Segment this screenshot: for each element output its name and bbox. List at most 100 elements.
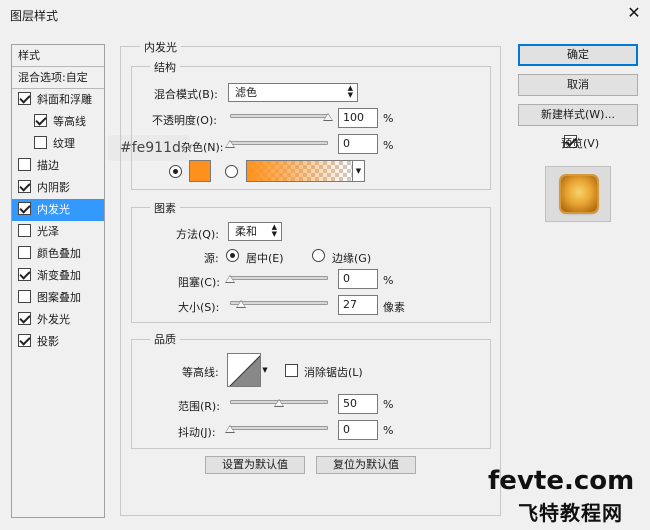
size-unit: 像素 (383, 301, 405, 314)
opacity-slider-track[interactable] (230, 114, 328, 118)
jitter-input[interactable]: 0 (338, 420, 378, 440)
new-style-button[interactable]: 新建样式(W)... (518, 104, 638, 126)
gradient-dropdown-icon[interactable]: ▼ (352, 160, 365, 182)
range-slider-thumb[interactable] (274, 399, 284, 407)
style-item[interactable]: 渐变叠加 (12, 265, 104, 287)
preview-thumbnail (561, 176, 597, 212)
ok-button[interactable]: 确定 (518, 44, 638, 66)
gradient-picker[interactable] (246, 160, 353, 182)
noise-label: 杂色(N): (181, 141, 224, 154)
title-bar (0, 0, 650, 32)
style-item[interactable]: 内阴影 (12, 177, 104, 199)
choke-label: 阻塞(C): (178, 276, 220, 289)
glow-color-swatch[interactable] (189, 160, 211, 182)
contour-label: 等高线: (182, 366, 219, 379)
reset-default-button[interactable]: 复位为默认值 (316, 456, 416, 474)
technique-select[interactable]: 柔和 ▲ ▼ (228, 222, 282, 241)
choke-slider-thumb[interactable] (225, 275, 235, 283)
style-item[interactable]: 图案叠加 (12, 287, 104, 309)
opacity-slider-thumb[interactable] (323, 113, 333, 121)
window-title: 图层样式 (10, 9, 59, 23)
updown-arrows-icon: ▲ ▼ (271, 223, 277, 238)
style-item-label: 描边 (37, 159, 59, 172)
style-item-checkbox[interactable] (34, 114, 47, 127)
noise-input[interactable]: 0 (338, 134, 378, 154)
size-input[interactable]: 27 (338, 295, 378, 315)
elements-title: 图素 (150, 200, 180, 216)
size-slider-thumb[interactable] (235, 300, 246, 308)
style-list-header-label: 样式 (18, 49, 40, 62)
style-item-checkbox[interactable] (18, 158, 31, 171)
style-item[interactable]: 描边 (12, 155, 104, 177)
style-item-label: 投影 (37, 335, 59, 348)
choke-slider-track[interactable] (230, 276, 328, 280)
range-input[interactable]: 50 (338, 394, 378, 414)
range-unit: % (383, 398, 394, 411)
contour-dropdown-icon[interactable]: ▼ (261, 353, 269, 387)
jitter-slider-thumb[interactable] (225, 425, 235, 433)
opacity-unit: % (383, 112, 394, 125)
style-item-label: 图案叠加 (37, 291, 81, 304)
source-edge-label[interactable]: 边缘(G) (332, 250, 371, 266)
style-item-label: 渐变叠加 (37, 269, 81, 282)
blend-mode-value: 滤色 (235, 86, 257, 99)
style-item[interactable]: 内发光 (12, 199, 104, 221)
source-center-radio[interactable] (226, 249, 239, 262)
style-item-label: 斜面和浮雕 (37, 93, 92, 106)
style-item[interactable]: 纹理 (12, 133, 104, 155)
preview-label[interactable]: 预览(V) (561, 135, 599, 151)
quality-title: 品质 (150, 331, 180, 347)
updown-arrows-icon: ▲ ▼ (347, 84, 353, 99)
gradient-radio[interactable] (225, 165, 238, 178)
style-item[interactable]: 等高线 (12, 111, 104, 133)
style-item-checkbox[interactable] (18, 92, 31, 105)
antialias-checkbox[interactable] (285, 364, 298, 377)
choke-input[interactable]: 0 (338, 269, 378, 289)
jitter-label: 抖动(J): (178, 426, 216, 439)
blend-mode-select[interactable]: 滤色 ▲ ▼ (228, 83, 358, 102)
noise-slider-track[interactable] (230, 141, 328, 145)
style-item[interactable]: 光泽 (12, 221, 104, 243)
source-label: 源: (204, 252, 219, 265)
style-item-label: 纹理 (53, 137, 75, 150)
style-item-checkbox[interactable] (18, 246, 31, 259)
opacity-label: 不透明度(O): (152, 114, 217, 127)
style-item[interactable]: 投影 (12, 331, 104, 353)
set-default-button[interactable]: 设置为默认值 (205, 456, 305, 474)
watermark-site: fevte.com (488, 466, 635, 496)
style-item-label: 内阴影 (37, 181, 70, 194)
jitter-unit: % (383, 424, 394, 437)
opacity-input[interactable]: 100 (338, 108, 378, 128)
style-item-checkbox[interactable] (18, 202, 31, 215)
noise-slider-thumb[interactable] (225, 140, 235, 148)
style-item-label: 光泽 (37, 225, 59, 238)
style-item[interactable]: 外发光 (12, 309, 104, 331)
structure-title: 结构 (150, 59, 180, 75)
style-list: 样式 混合选项:自定 斜面和浮雕等高线纹理描边内阴影内发光光泽颜色叠加渐变叠加图… (11, 44, 105, 518)
style-item-checkbox[interactable] (18, 180, 31, 193)
technique-label: 方法(Q): (176, 228, 219, 241)
jitter-slider-track[interactable] (230, 426, 328, 430)
source-edge-radio[interactable] (312, 249, 325, 262)
color-radio[interactable] (169, 165, 182, 178)
blending-options-item[interactable]: 混合选项:自定 (12, 67, 104, 89)
style-item[interactable]: 颜色叠加 (12, 243, 104, 265)
source-center-label[interactable]: 居中(E) (246, 250, 284, 266)
style-item[interactable]: 斜面和浮雕 (12, 89, 104, 111)
style-item-checkbox[interactable] (34, 136, 47, 149)
style-item-checkbox[interactable] (18, 290, 31, 303)
choke-unit: % (383, 274, 394, 287)
contour-picker[interactable] (227, 353, 261, 387)
style-item-checkbox[interactable] (18, 224, 31, 237)
watermark-name: 飞特教程网 (518, 501, 623, 525)
style-item-checkbox[interactable] (18, 312, 31, 325)
style-item-checkbox[interactable] (18, 334, 31, 347)
cancel-button[interactable]: 取消 (518, 74, 638, 96)
style-item-label: 外发光 (37, 313, 70, 326)
blend-mode-label: 混合模式(B): (154, 88, 218, 101)
antialias-label[interactable]: 消除锯齿(L) (304, 364, 363, 380)
style-item-checkbox[interactable] (18, 268, 31, 281)
close-icon[interactable]: ✕ (622, 2, 646, 24)
style-item-label: 颜色叠加 (37, 247, 81, 260)
style-item-label: 等高线 (53, 115, 86, 128)
